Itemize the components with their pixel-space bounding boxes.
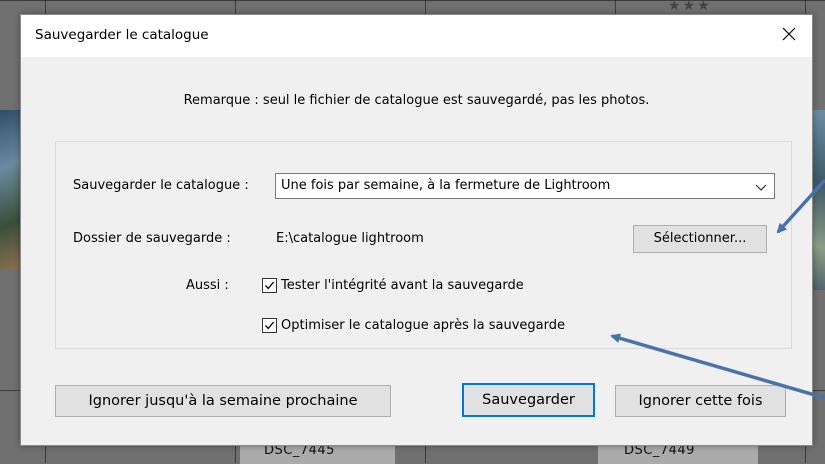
close-icon bbox=[782, 27, 796, 41]
close-button[interactable] bbox=[766, 15, 812, 55]
choose-folder-button[interactable]: Sélectionner... bbox=[633, 225, 767, 253]
ignore-until-next-week-button[interactable]: Ignorer jusqu'à la semaine prochaine bbox=[55, 385, 391, 417]
backup-frequency-select[interactable]: Une fois par semaine, à la fermeture de … bbox=[275, 173, 775, 199]
backup-frequency-label: Sauvegarder le catalogue : bbox=[73, 178, 249, 193]
backup-folder-label: Dossier de sauvegarde : bbox=[73, 231, 231, 246]
dialog-note: Remarque : seul le fichier de catalogue … bbox=[183, 93, 650, 108]
ignore-this-time-button[interactable]: Ignorer cette fois bbox=[615, 385, 786, 417]
also-label: Aussi : bbox=[186, 278, 229, 293]
test-integrity-checkbox[interactable] bbox=[262, 278, 277, 293]
optimize-catalog-checkbox[interactable] bbox=[262, 318, 277, 333]
checkmark-icon bbox=[265, 281, 275, 290]
backup-frequency-value: Une fois par semaine, à la fermeture de … bbox=[281, 178, 611, 193]
save-button-label: Sauvegarder bbox=[482, 392, 575, 408]
dialog-titlebar: Sauvegarder le catalogue bbox=[21, 15, 812, 57]
save-button[interactable]: Sauvegarder bbox=[462, 383, 595, 417]
photo-thumbnail-right bbox=[811, 110, 825, 290]
backup-folder-path: E:\catalogue lightroom bbox=[276, 231, 424, 246]
photo-thumbnail-left bbox=[0, 110, 20, 270]
rating-stars: ★★★ bbox=[668, 0, 712, 14]
ignore-until-next-week-label: Ignorer jusqu'à la semaine prochaine bbox=[88, 393, 358, 409]
checkmark-icon bbox=[265, 321, 275, 330]
backup-catalog-dialog: Sauvegarder le catalogue Remarque : seul… bbox=[20, 14, 813, 446]
chevron-down-icon bbox=[755, 184, 767, 191]
test-integrity-label[interactable]: Tester l'intégrité avant la sauvegarde bbox=[281, 278, 524, 293]
thumbnail-filename: DSC_7449 bbox=[624, 443, 695, 458]
thumbnail-filename: DSC_7445 bbox=[264, 443, 335, 458]
dialog-title: Sauvegarder le catalogue bbox=[35, 27, 209, 43]
ignore-this-time-label: Ignorer cette fois bbox=[638, 393, 763, 409]
optimize-catalog-label[interactable]: Optimiser le catalogue après la sauvegar… bbox=[281, 318, 565, 333]
choose-folder-button-label: Sélectionner... bbox=[653, 231, 747, 246]
